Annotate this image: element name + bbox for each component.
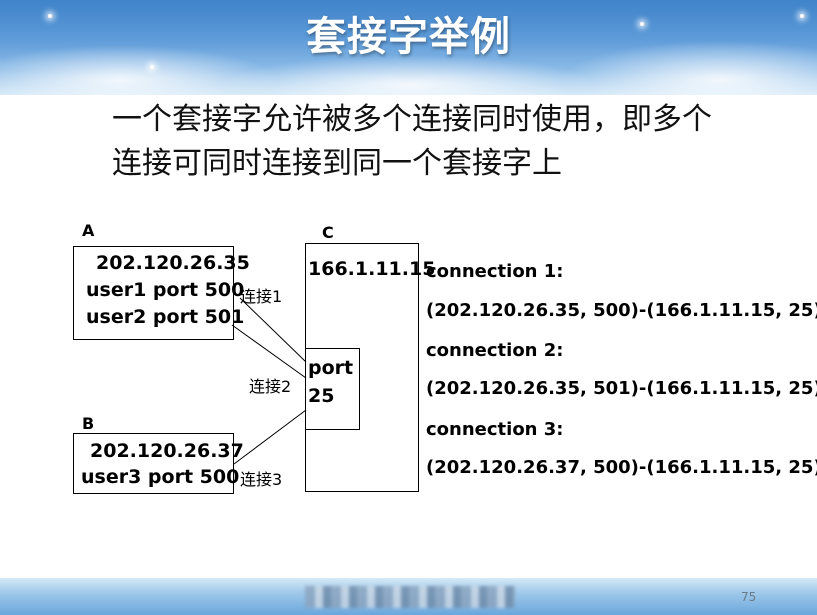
host-b-label: B [82,414,95,433]
connection-3-tuple: (202.120.26.37, 500)-(166.1.11.15, 25) [426,457,817,478]
host-a-user2: user2 port 501 [86,306,245,328]
intro-line-1: 一个套接字允许被多个连接同时使用，即多个 [112,102,712,137]
link-label-2: 连接2 [249,377,292,396]
slide-title: 套接字举例 [306,14,511,60]
footer-watermark [305,586,515,608]
star-decoration [150,65,154,69]
host-a-ip: 202.120.26.35 [96,252,250,274]
port-number: 25 [308,385,335,407]
host-b-user3: user3 port 500 [81,466,240,488]
page-number: 75 [741,590,757,604]
host-a-label: A [82,221,95,240]
host-b-ip: 202.120.26.37 [90,440,244,462]
slide-header: 套接字举例 [0,0,817,95]
intro-text: 一个套接字允许被多个连接同时使用，即多个 连接可同时连接到同一个套接字上 [112,98,782,186]
link-label-3: 连接3 [240,470,283,489]
link-label-1: 连接1 [240,287,283,306]
connection-1-tuple: (202.120.26.35, 500)-(166.1.11.15, 25) [426,300,817,321]
port-word: port [308,357,354,379]
link-line-3 [233,409,307,465]
connection-1-name: connection 1: [426,261,564,282]
intro-line-2: 连接可同时连接到同一个套接字上 [112,146,562,181]
host-a-user1: user1 port 500 [86,279,245,301]
host-c-ip: 166.1.11.15 [308,258,436,280]
connection-3-name: connection 3: [426,419,564,440]
host-c-label: C [322,223,334,242]
link-line-1 [239,297,307,363]
link-line-2 [231,324,307,379]
connection-2-name: connection 2: [426,340,564,361]
connection-2-tuple: (202.120.26.35, 501)-(166.1.11.15, 25) [426,378,817,399]
